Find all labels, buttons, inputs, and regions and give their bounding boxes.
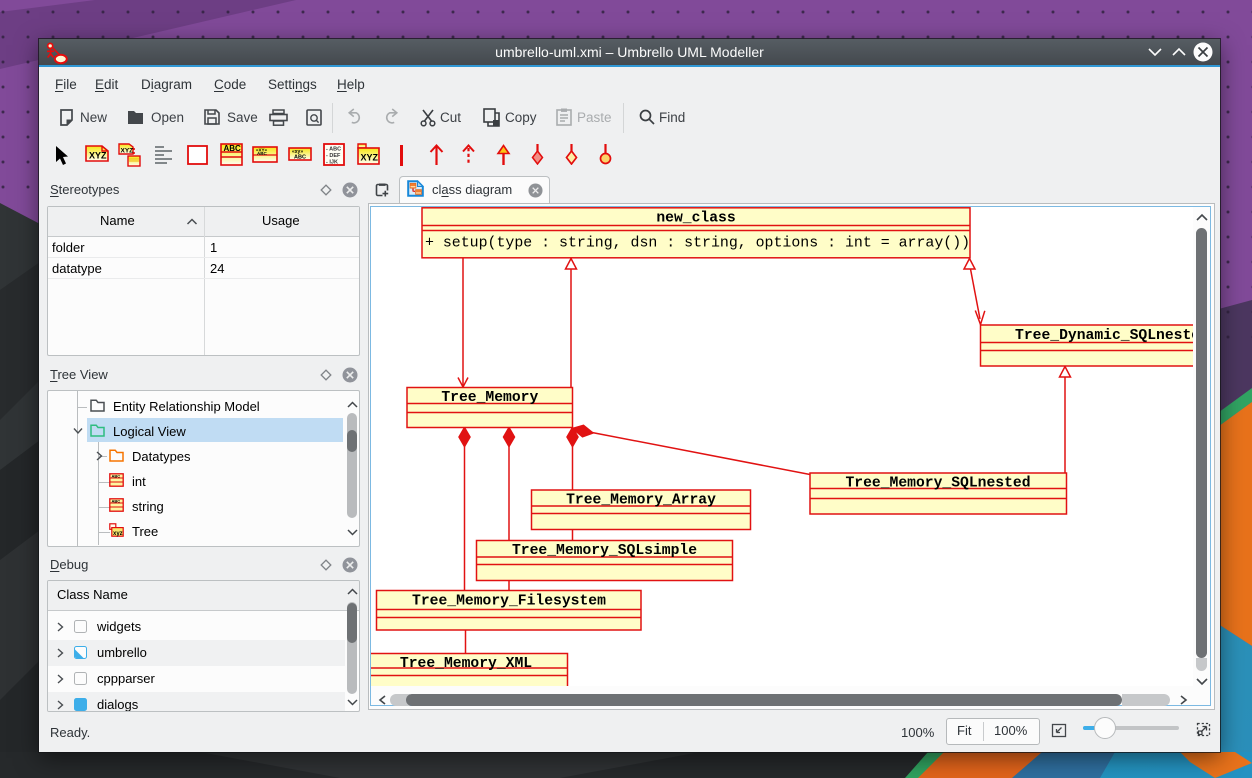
svg-text:Tree_Memory_Array: Tree_Memory_Array bbox=[566, 493, 716, 509]
svg-text:Tree_Memory_XML: Tree_Memory_XML bbox=[400, 656, 532, 672]
svg-text:Tree_Memory_SQLnested: Tree_Memory_SQLnested bbox=[845, 476, 1030, 492]
svg-text:xyz: xyz bbox=[113, 531, 123, 537]
svg-text:- DEF: - DEF bbox=[326, 153, 341, 159]
svg-text:ABC: ABC bbox=[224, 144, 242, 153]
svg-text:ABC: ABC bbox=[112, 499, 121, 504]
svg-text:Tree_Memory_Filesystem: Tree_Memory_Filesystem bbox=[412, 594, 606, 610]
svg-text:Tree_Dynamic_SQLnested: Tree_Dynamic_SQLnested bbox=[1015, 328, 1193, 344]
svg-text:Tree_Memory_SQLsimple: Tree_Memory_SQLsimple bbox=[512, 543, 697, 559]
svg-text:new_class: new_class bbox=[656, 211, 735, 227]
svg-text:XYZ: XYZ bbox=[121, 148, 134, 155]
svg-text:XYZ: XYZ bbox=[361, 153, 379, 163]
svg-text:- ABC: - ABC bbox=[326, 147, 341, 153]
svg-text:ABC: ABC bbox=[112, 474, 121, 479]
svg-text:+ setup(type : string, dsn : s: + setup(type : string, dsn : string, opt… bbox=[425, 236, 970, 252]
svg-text:- IJK: - IJK bbox=[326, 160, 338, 166]
svg-text:ABC: ABC bbox=[257, 151, 267, 156]
svg-text:ABC: ABC bbox=[294, 155, 306, 161]
svg-text:Tree_Memory: Tree_Memory bbox=[441, 390, 538, 406]
svg-text:XYZ: XYZ bbox=[89, 151, 107, 161]
